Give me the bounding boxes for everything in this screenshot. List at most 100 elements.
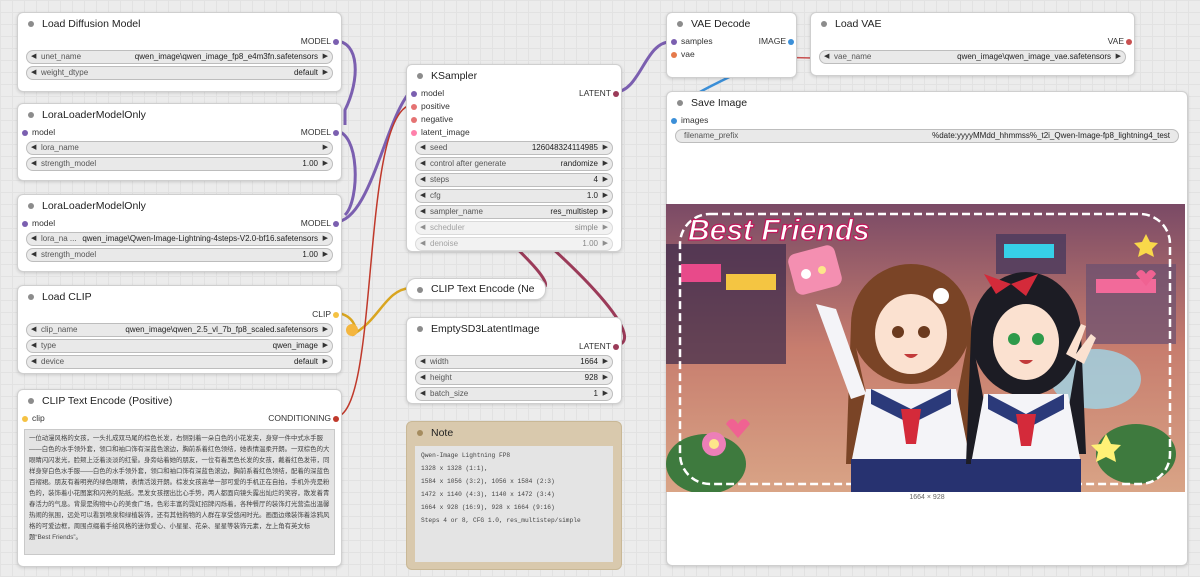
- left-arrow-icon[interactable]: ◀: [824, 51, 829, 63]
- node-vae-decode[interactable]: VAE Decode samples IMAGE vae: [666, 12, 797, 78]
- node-load-clip[interactable]: Load CLIP CLIP ◀ clip_name qwen_image\qwen…: [17, 285, 342, 374]
- node-title[interactable]: EmptySD3LatentImage: [407, 318, 621, 340]
- node-title[interactable]: Save Image: [667, 92, 1187, 114]
- left-arrow-icon[interactable]: ◀: [420, 222, 425, 234]
- node-load-vae[interactable]: Load VAE VAE ◀ vae_name qwen_image\qwen_im…: [810, 12, 1135, 76]
- prompt-textarea[interactable]: 一位动漫风格的女孩，一头扎成双马尾的棕色长发，右侧别着一朵白色的小花发夹，身穿一…: [24, 429, 335, 555]
- right-arrow-icon[interactable]: ▶: [603, 238, 608, 250]
- node-title[interactable]: Load Diffusion Model: [18, 13, 341, 35]
- seed-widget[interactable]: ◀ seed 126048324114985 ▶: [415, 141, 613, 155]
- left-arrow-icon[interactable]: ◀: [420, 206, 425, 218]
- right-arrow-icon[interactable]: ▶: [323, 67, 328, 79]
- right-arrow-icon[interactable]: ▶: [603, 222, 608, 234]
- right-arrow-icon[interactable]: ▶: [323, 51, 328, 63]
- node-clip-text-encode-negative[interactable]: CLIP Text Encode (Ne: [406, 278, 546, 300]
- strength-model-widget[interactable]: ◀ strength_model 1.00 ▶: [26, 157, 333, 171]
- device-widget[interactable]: ◀ device default ▶: [26, 355, 333, 369]
- image-output-socket[interactable]: [788, 38, 794, 45]
- node-title[interactable]: LoraLoaderModelOnly: [18, 104, 341, 126]
- left-arrow-icon[interactable]: ◀: [31, 249, 36, 261]
- right-arrow-icon[interactable]: ▶: [323, 324, 328, 336]
- left-arrow-icon[interactable]: ◀: [31, 67, 36, 79]
- height-widget[interactable]: ◀ height 928 ▶: [415, 371, 613, 385]
- vae-input-socket[interactable]: [671, 51, 677, 58]
- right-arrow-icon[interactable]: ▶: [603, 372, 608, 384]
- cfg-widget[interactable]: ◀ cfg 1.0 ▶: [415, 189, 613, 203]
- right-arrow-icon[interactable]: ▶: [323, 142, 328, 154]
- left-arrow-icon[interactable]: ◀: [420, 372, 425, 384]
- node-title[interactable]: Load VAE: [811, 13, 1134, 35]
- clip-input-socket[interactable]: [22, 415, 28, 422]
- steps-widget[interactable]: ◀ steps 4 ▶: [415, 173, 613, 187]
- node-load-diffusion-model[interactable]: Load Diffusion Model MODEL ◀ unet_name qwe…: [17, 12, 342, 92]
- right-arrow-icon[interactable]: ▶: [323, 158, 328, 170]
- left-arrow-icon[interactable]: ◀: [420, 174, 425, 186]
- filename-prefix-widget[interactable]: filename_prefix %date:yyyyMMdd_hhmmss%_t2…: [675, 129, 1179, 143]
- left-arrow-icon[interactable]: ◀: [420, 238, 425, 250]
- samples-input-socket[interactable]: [671, 38, 677, 45]
- latent-output-socket[interactable]: [613, 90, 619, 97]
- lora-name-widget[interactable]: ◀ lora_na ... qwen_image\Qwen-Image-Lightn…: [26, 232, 333, 246]
- right-arrow-icon[interactable]: ▶: [603, 158, 608, 170]
- left-arrow-icon[interactable]: ◀: [420, 158, 425, 170]
- right-arrow-icon[interactable]: ▶: [323, 340, 328, 352]
- vae-name-widget[interactable]: ◀ vae_name qwen_image\qwen_image_vae.safet…: [819, 50, 1126, 64]
- right-arrow-icon[interactable]: ▶: [603, 174, 608, 186]
- batch-size-widget[interactable]: ◀ batch_size 1 ▶: [415, 387, 613, 401]
- note-textarea[interactable]: Qwen-Image Lightning FP8 1328 x 1328 (1:…: [415, 446, 613, 562]
- model-output-socket[interactable]: [333, 220, 339, 227]
- node-clip-text-encode-positive[interactable]: CLIP Text Encode (Positive) clip CONDITIO…: [17, 389, 342, 567]
- vae-output-socket[interactable]: [1126, 38, 1132, 45]
- negative-input-socket[interactable]: [411, 116, 417, 123]
- node-title[interactable]: Load CLIP: [18, 286, 341, 308]
- left-arrow-icon[interactable]: ◀: [420, 190, 425, 202]
- right-arrow-icon[interactable]: ▶: [323, 356, 328, 368]
- left-arrow-icon[interactable]: ◀: [31, 158, 36, 170]
- node-title[interactable]: LoraLoaderModelOnly: [18, 195, 341, 217]
- right-arrow-icon[interactable]: ▶: [603, 388, 608, 400]
- left-arrow-icon[interactable]: ◀: [31, 51, 36, 63]
- scheduler-widget[interactable]: ◀ scheduler simple ▶: [415, 221, 613, 235]
- right-arrow-icon[interactable]: ▶: [603, 142, 608, 154]
- width-widget[interactable]: ◀ width 1664 ▶: [415, 355, 613, 369]
- node-title[interactable]: CLIP Text Encode (Positive): [18, 390, 341, 412]
- latent-input-socket[interactable]: [411, 129, 417, 136]
- right-arrow-icon[interactable]: ▶: [1116, 51, 1121, 63]
- node-empty-sd3-latent-image[interactable]: EmptySD3LatentImage LATENT ◀ width 1664 ▶ ◀…: [406, 317, 622, 404]
- right-arrow-icon[interactable]: ▶: [603, 206, 608, 218]
- denoise-widget[interactable]: ◀ denoise 1.00 ▶: [415, 237, 613, 251]
- model-output-socket[interactable]: [333, 38, 339, 45]
- node-note[interactable]: Note Qwen-Image Lightning FP8 1328 x 132…: [406, 421, 622, 570]
- strength-model-widget[interactable]: ◀ strength_model 1.00 ▶: [26, 248, 333, 262]
- node-title[interactable]: VAE Decode: [667, 13, 796, 35]
- left-arrow-icon[interactable]: ◀: [31, 324, 36, 336]
- node-title[interactable]: KSampler: [407, 65, 621, 87]
- left-arrow-icon[interactable]: ◀: [31, 356, 36, 368]
- right-arrow-icon[interactable]: ▶: [603, 190, 608, 202]
- latent-output-socket[interactable]: [613, 343, 619, 350]
- unet-name-widget[interactable]: ◀ unet_name qwen_image\qwen_image_fp8_e4m3…: [26, 50, 333, 64]
- node-lora-loader-2[interactable]: LoraLoaderModelOnly model MODEL ◀ lora_na …: [17, 194, 342, 272]
- type-widget[interactable]: ◀ type qwen_image ▶: [26, 339, 333, 353]
- left-arrow-icon[interactable]: ◀: [31, 340, 36, 352]
- node-title[interactable]: Note: [407, 422, 621, 444]
- right-arrow-icon[interactable]: ▶: [603, 356, 608, 368]
- left-arrow-icon[interactable]: ◀: [420, 142, 425, 154]
- left-arrow-icon[interactable]: ◀: [420, 388, 425, 400]
- weight-dtype-widget[interactable]: ◀ weight_dtype default ▶: [26, 66, 333, 80]
- left-arrow-icon[interactable]: ◀: [31, 142, 36, 154]
- node-ksampler[interactable]: KSampler model LATENT positive negative l…: [406, 64, 622, 252]
- lora-name-widget[interactable]: ◀ lora_name ▶: [26, 141, 333, 155]
- output-image-preview[interactable]: Best Friends: [666, 204, 1185, 492]
- model-input-socket[interactable]: [22, 220, 28, 227]
- images-input-socket[interactable]: [671, 117, 677, 124]
- model-output-socket[interactable]: [333, 129, 339, 136]
- sampler-name-widget[interactable]: ◀ sampler_name res_multistep ▶: [415, 205, 613, 219]
- left-arrow-icon[interactable]: ◀: [420, 356, 425, 368]
- control-after-generate-widget[interactable]: ◀ control after generate randomize ▶: [415, 157, 613, 171]
- node-lora-loader-1[interactable]: LoraLoaderModelOnly model MODEL ◀ lora_nam…: [17, 103, 342, 181]
- conditioning-output-socket[interactable]: [333, 415, 339, 422]
- node-title[interactable]: CLIP Text Encode (Ne: [407, 279, 545, 299]
- model-input-socket[interactable]: [411, 90, 417, 97]
- clip-output-socket[interactable]: [333, 311, 339, 318]
